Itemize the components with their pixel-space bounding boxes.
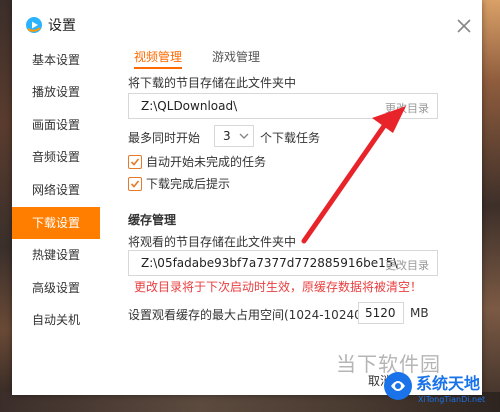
cache-folder-label: 将观看的节目存储在此文件夹中 [128, 235, 297, 249]
sidebar-item-hotkeys[interactable]: 热键设置 [12, 239, 100, 271]
chevron-down-icon [239, 133, 249, 139]
dialog-title: 设置 [48, 18, 76, 34]
max-space-value: 5120 [365, 306, 396, 320]
download-folder-field[interactable]: Z:\QLDownload\ 更改目录 [128, 93, 438, 119]
cache-folder-path: Z:\05fadabe93bf7a7377d772885916be15\ [141, 256, 398, 270]
cache-folder-field[interactable]: Z:\05fadabe93bf7a7377d772885916be15\ 更改目… [128, 250, 438, 276]
sidebar-item-auto-shutdown[interactable]: 自动关机 [12, 304, 100, 336]
settings-content: 视频管理 游戏管理 将下载的节目存储在此文件夹中 Z:\QLDownload\ … [128, 0, 458, 395]
sidebar-item-playback[interactable]: 播放设置 [12, 76, 100, 108]
tab-game-management[interactable]: 游戏管理 [212, 48, 260, 67]
max-concurrent-select[interactable]: 3 [214, 125, 254, 147]
check-icon [130, 157, 140, 166]
sidebar-item-network[interactable]: 网络设置 [12, 174, 100, 206]
download-folder-label: 将下载的节目存储在此文件夹中 [128, 76, 297, 90]
max-concurrent-suffix: 个下载任务 [260, 131, 321, 145]
sidebar-item-download[interactable]: 下载设置 [12, 207, 100, 239]
download-change-dir-button[interactable]: 更改目录 [385, 100, 429, 116]
watermark-url: XiTongTianDi.net [418, 395, 486, 404]
cache-warning-text: 更改目录将于下次启动时生效，原缓存数据将被清空！ [134, 280, 423, 294]
background-left [0, 0, 12, 412]
sidebar-item-basic[interactable]: 基本设置 [12, 44, 100, 76]
max-concurrent-value: 3 [223, 129, 231, 143]
check-icon [130, 179, 140, 188]
notify-done-option[interactable]: 下载完成后提示 [128, 175, 230, 192]
cache-section-title: 缓存管理 [128, 213, 177, 227]
sidebar: 设置 基本设置 播放设置 画面设置 音频设置 网络设置 下载设置 热键设置 高级… [12, 0, 100, 395]
app-logo-icon [26, 17, 42, 33]
sidebar-item-advanced[interactable]: 高级设置 [12, 272, 100, 304]
tab-video-management[interactable]: 视频管理 [134, 48, 183, 69]
sidebar-item-audio[interactable]: 音频设置 [12, 141, 100, 173]
auto-resume-checkbox[interactable] [128, 154, 142, 169]
watermark-brand: 系统天地 [416, 374, 481, 393]
brand: 设置 [26, 15, 76, 35]
max-space-input[interactable]: 5120 [358, 302, 404, 324]
max-concurrent-prefix: 最多同时开始 [128, 131, 201, 145]
notify-done-checkbox[interactable] [128, 176, 142, 191]
download-folder-path: Z:\QLDownload\ [141, 99, 238, 113]
background-right [482, 0, 500, 412]
settings-dialog: 设置 基本设置 播放设置 画面设置 音频设置 网络设置 下载设置 热键设置 高级… [12, 0, 482, 395]
notify-done-label: 下载完成后提示 [146, 177, 231, 191]
auto-resume-option[interactable]: 自动开始未完成的任务 [128, 153, 266, 170]
max-space-label: 设置观看缓存的最大占用空间(1024-10240) [128, 308, 367, 322]
max-space-unit: MB [410, 306, 429, 320]
watermark-logo-icon [384, 372, 412, 400]
sidebar-item-video[interactable]: 画面设置 [12, 109, 100, 141]
cache-change-dir-button[interactable]: 更改目录 [385, 257, 429, 273]
auto-resume-label: 自动开始未完成的任务 [146, 155, 267, 169]
